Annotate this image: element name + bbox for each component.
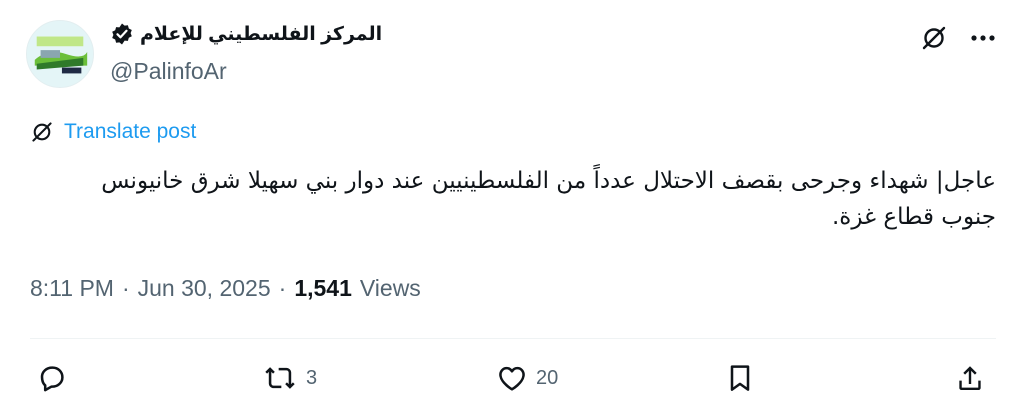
author-display-name[interactable]: المركز الفلسطيني للإعلام — [140, 23, 382, 46]
divider — [30, 338, 996, 339]
like-button[interactable]: 20 — [496, 362, 558, 394]
reply-icon — [40, 366, 64, 392]
meta-separator: · — [121, 275, 130, 301]
post-meta: 8:11 PM · Jun 30, 2025 · 1,541 Views — [30, 275, 421, 302]
grok-button[interactable] — [920, 24, 948, 52]
bookmark-button[interactable] — [724, 362, 756, 394]
meta-separator: · — [278, 275, 287, 301]
post-time[interactable]: 8:11 PM — [30, 275, 114, 302]
reply-button[interactable] — [36, 362, 76, 394]
share-button[interactable] — [954, 362, 986, 394]
repost-count: 3 — [306, 366, 318, 389]
views-count: 1,541 — [294, 275, 352, 301]
repost-icon — [265, 367, 295, 389]
grok-icon — [32, 122, 52, 142]
action-bar: 3 20 — [30, 358, 996, 402]
bookmark-icon — [730, 365, 750, 391]
author-name-row[interactable]: المركز الفلسطيني للإعلام — [110, 22, 382, 46]
translate-label: Translate post — [64, 120, 197, 143]
views-label: Views — [359, 275, 421, 301]
post-text: عاجل| شهداء وجرحى بقصف الاحتلال عدداً من… — [101, 168, 996, 230]
verified-badge-icon — [112, 23, 132, 45]
heart-icon — [499, 366, 525, 391]
more-button[interactable] — [970, 34, 996, 42]
like-count: 20 — [536, 366, 559, 389]
author-handle[interactable]: @PalinfoAr — [110, 58, 227, 85]
share-icon — [959, 366, 981, 390]
avatar[interactable] — [26, 20, 94, 88]
repost-button[interactable]: 3 — [262, 362, 317, 394]
more-icon — [971, 35, 995, 41]
palinfo-logo-avatar — [27, 21, 93, 87]
grok-icon — [922, 26, 946, 50]
post-date[interactable]: Jun 30, 2025 — [138, 275, 271, 302]
translate-post-link[interactable]: Translate post — [30, 120, 196, 144]
